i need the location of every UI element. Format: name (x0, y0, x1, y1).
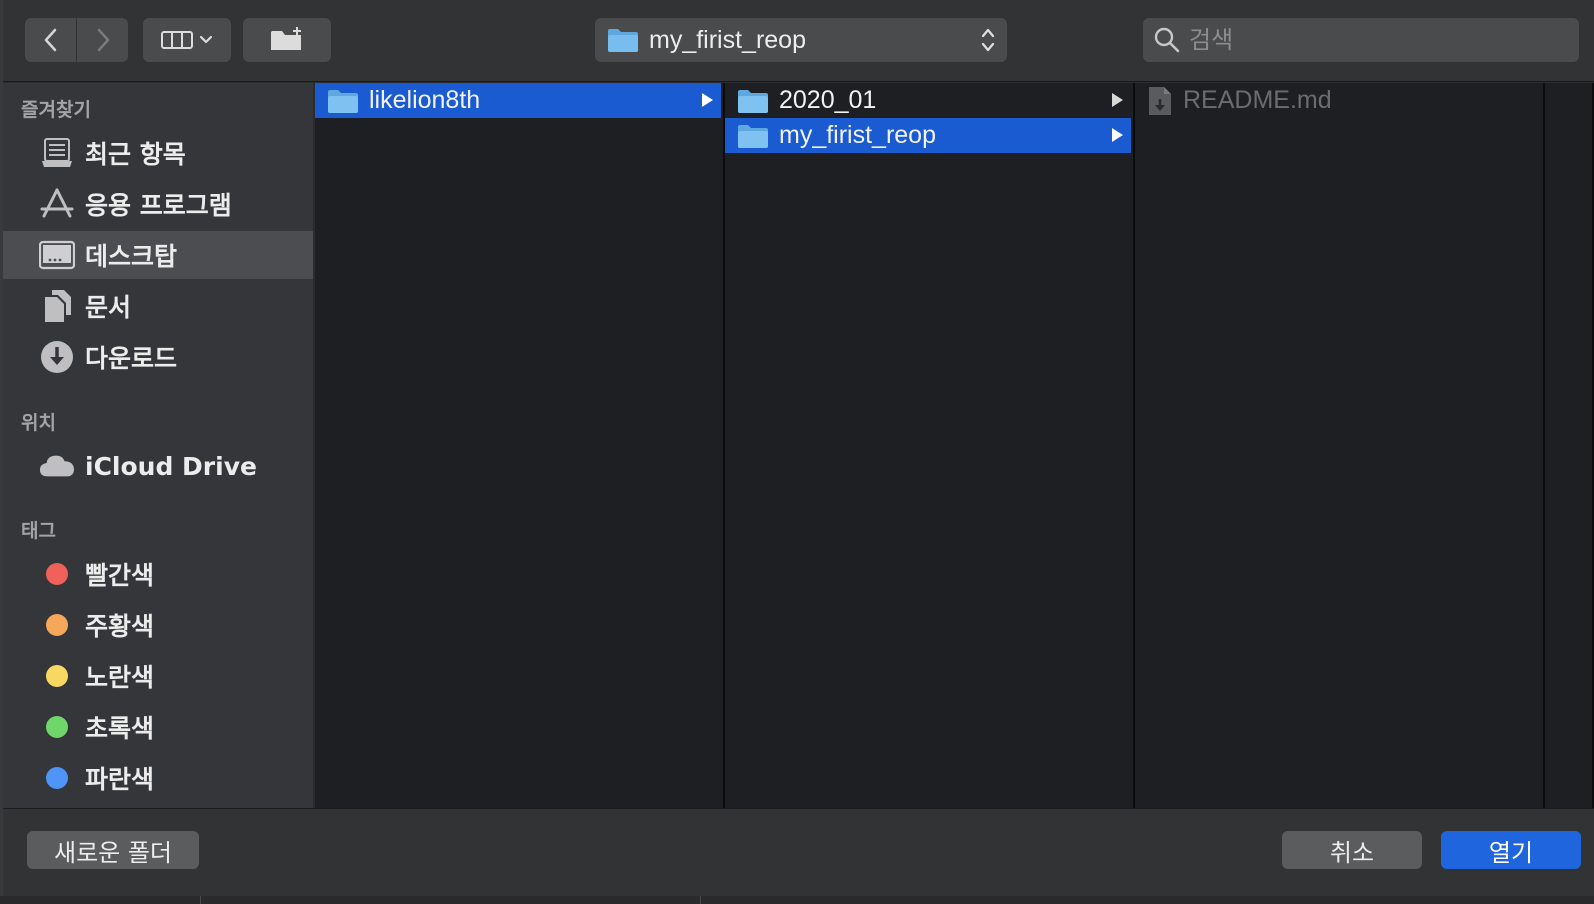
folder-row-2020-01[interactable]: 2020_01 (725, 83, 1131, 118)
navigation-group (25, 18, 128, 62)
sidebar-item-label: 파란색 (85, 765, 155, 794)
view-mode-button[interactable] (143, 18, 231, 62)
sidebar-item-icloud-drive[interactable]: iCloud Drive (3, 442, 313, 490)
footer: 새로운 폴더 취소 열기 (3, 808, 1594, 896)
strip-divider (200, 896, 201, 904)
sidebar-item-label: 응용 프로그램 (85, 191, 232, 220)
file-row-readme: README.md (1135, 83, 1541, 118)
blue-tag-dot-icon (46, 767, 68, 789)
folder-row-label: likelion8th (369, 86, 481, 114)
sidebar-item-label: 문서 (85, 293, 132, 322)
sidebar-tag-orange[interactable]: 주황색 (3, 601, 313, 649)
yellow-tag-dot-icon (46, 665, 68, 687)
strip-divider (700, 896, 701, 904)
sidebar-item-recents[interactable]: 최근 항목 (3, 129, 313, 177)
toolbar: my_firist_reop (3, 0, 1594, 82)
browser-column-3: README.md (1135, 83, 1545, 808)
sidebar-item-label: 빨간색 (85, 561, 155, 590)
sidebar-item-downloads[interactable]: 다운로드 (3, 333, 313, 381)
folder-icon (738, 124, 768, 148)
sidebar-item-label: 노란색 (85, 663, 155, 692)
back-button[interactable] (25, 18, 76, 62)
folder-row-label: 2020_01 (779, 86, 877, 114)
sidebar: 즐겨찾기 최근 항목 응용 프로그램 데스크탑 문서 다운로드 위치 iClou… (3, 83, 313, 808)
tags-header: 태그 (21, 520, 56, 542)
column-browser: likelion8th 2020_01 my_firist_reop READM… (315, 83, 1594, 808)
search-field[interactable] (1143, 18, 1579, 62)
new-folder-button[interactable]: 새로운 폴더 (27, 831, 199, 869)
new-folder-toolbar-button[interactable] (243, 18, 331, 62)
sidebar-item-label: 초록색 (85, 714, 155, 743)
new-folder-icon (271, 27, 301, 50)
sidebar-tag-blue[interactable]: 파란색 (3, 754, 313, 802)
sidebar-tag-yellow[interactable]: 노란색 (3, 652, 313, 700)
sidebar-tag-green[interactable]: 초록색 (3, 703, 313, 751)
path-popup-label: my_firist_reop (649, 25, 806, 54)
cancel-button[interactable]: 취소 (1282, 831, 1422, 869)
green-tag-dot-icon (46, 716, 68, 738)
folder-icon (328, 89, 358, 113)
up-down-chevron-icon (981, 28, 995, 52)
locations-header: 위치 (21, 412, 56, 434)
sidebar-item-label: 주황색 (85, 612, 155, 641)
search-input[interactable] (1189, 26, 1569, 54)
markdown-file-icon (1149, 86, 1171, 115)
browser-column-4 (1545, 83, 1594, 808)
orange-tag-dot-icon (46, 614, 68, 636)
desktop-icon (39, 237, 75, 273)
browser-column-2: 2020_01 my_firist_reop (725, 83, 1135, 808)
disclosure-arrow-icon (1112, 128, 1123, 142)
folder-row-my-firist-reop[interactable]: my_firist_reop (725, 118, 1131, 153)
sidebar-tag-red[interactable]: 빨간색 (3, 550, 313, 598)
file-row-label: README.md (1183, 86, 1332, 114)
disclosure-arrow-icon (702, 93, 713, 107)
chevron-left-icon (44, 28, 56, 52)
documents-icon (39, 288, 75, 324)
folder-row-likelion8th[interactable]: likelion8th (315, 83, 721, 118)
chevron-right-icon (97, 28, 109, 52)
open-button[interactable]: 열기 (1441, 831, 1581, 869)
browser-column-1: likelion8th (315, 83, 725, 808)
folder-row-label: my_firist_reop (779, 121, 936, 149)
chevron-down-icon (199, 35, 213, 44)
column-view-icon (161, 31, 193, 49)
sidebar-item-label: 최근 항목 (85, 140, 186, 169)
background-window-strip (0, 896, 1594, 904)
search-icon (1154, 27, 1180, 53)
sidebar-item-label: 데스크탑 (85, 242, 178, 271)
disclosure-arrow-icon (1112, 93, 1123, 107)
folder-icon (608, 29, 638, 52)
recents-icon (39, 135, 75, 171)
favorites-header: 즐겨찾기 (21, 99, 91, 121)
folder-icon (738, 89, 768, 113)
icloud-icon (39, 448, 75, 484)
sidebar-item-label: 다운로드 (85, 344, 178, 373)
sidebar-item-applications[interactable]: 응용 프로그램 (3, 180, 313, 228)
red-tag-dot-icon (46, 563, 68, 585)
sidebar-item-desktop[interactable]: 데스크탑 (3, 231, 313, 279)
path-popup-button[interactable]: my_firist_reop (595, 18, 1007, 62)
open-file-dialog: my_firist_reop 즐겨찾기 최근 항목 응용 프로그램 데스크 (0, 0, 1594, 896)
sidebar-item-label: iCloud Drive (85, 451, 257, 481)
sidebar-item-documents[interactable]: 문서 (3, 282, 313, 330)
applications-icon (39, 186, 75, 222)
downloads-icon (39, 339, 75, 375)
forward-button[interactable] (77, 18, 128, 62)
